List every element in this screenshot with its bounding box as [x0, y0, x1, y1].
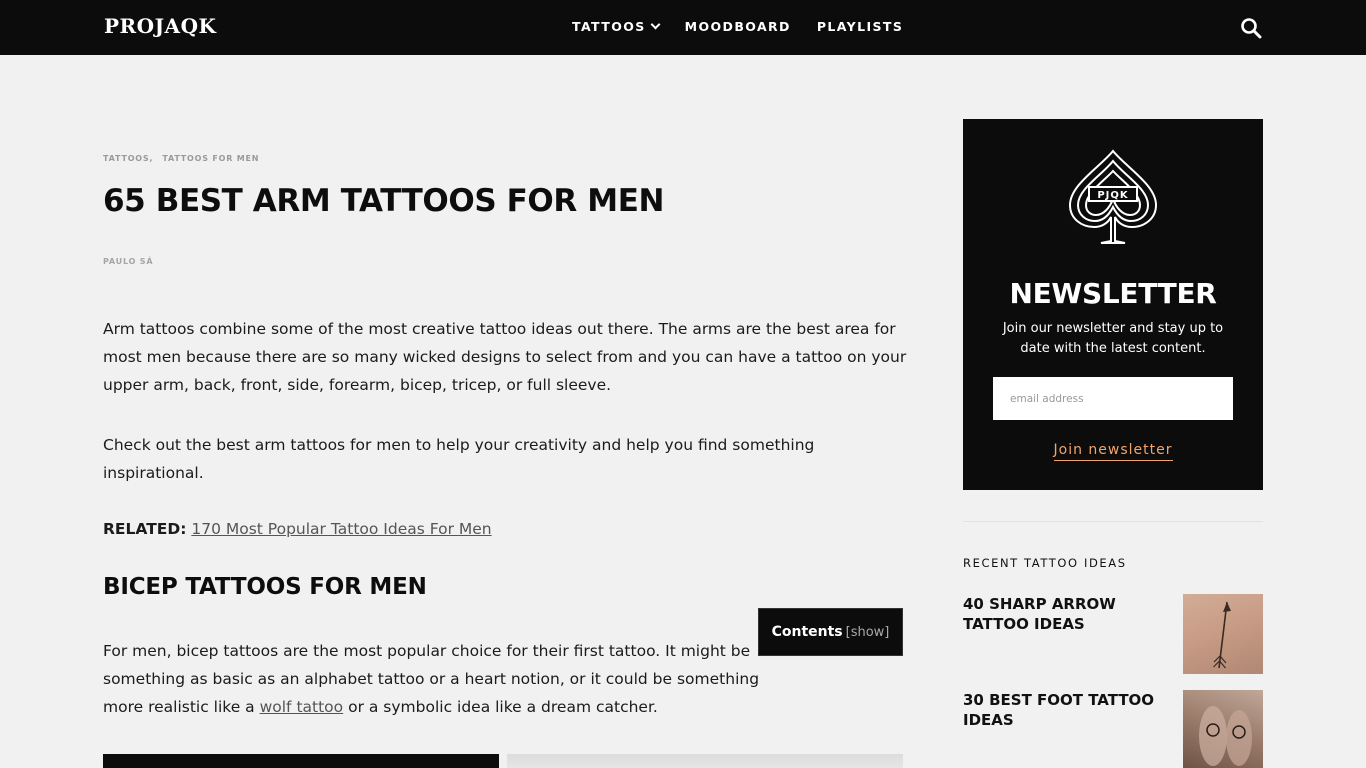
page-title: 65 BEST ARM TATTOOS FOR MEN: [103, 183, 665, 219]
search-icon[interactable]: [1240, 17, 1264, 39]
nav-item-playlists[interactable]: PLAYLISTS: [817, 19, 903, 34]
breadcrumb-tattoos-for-men[interactable]: TATTOOS FOR MEN: [162, 154, 259, 163]
related-link[interactable]: 170 Most Popular Tattoo Ideas For Men: [191, 520, 491, 538]
svg-text:PJQK: PJQK: [1097, 190, 1129, 201]
wolf-tattoo-link[interactable]: wolf tattoo: [260, 698, 344, 716]
top-nav-bar: PROJAQK TATTOOS MOODBOARD PLAYLISTS: [0, 0, 1366, 55]
email-field[interactable]: [993, 377, 1233, 420]
nav-item-label: MOODBOARD: [684, 19, 791, 34]
related-label: RELATED:: [103, 520, 187, 538]
nav-item-moodboard[interactable]: MOODBOARD: [685, 19, 791, 34]
bicep-paragraph: For men, bicep tattoos are the most popu…: [103, 637, 803, 721]
second-paragraph: Check out the best arm tattoos for men t…: [103, 436, 815, 482]
recent-item-thumbnail[interactable]: [1183, 690, 1263, 768]
recent-item-title[interactable]: 40 SHARP ARROW TATTOO IDEAS: [963, 594, 1163, 634]
tattoo-image-left[interactable]: [103, 754, 499, 768]
recent-item-title[interactable]: 30 BEST FOOT TATTOO IDEAS: [963, 690, 1163, 730]
section-heading: BICEP TATTOOS FOR MEN: [103, 574, 427, 600]
pjqk-spade-logo-icon: PJQK: [1068, 149, 1158, 244]
tattoo-image-right[interactable]: [507, 754, 903, 768]
newsletter-description: Join our newsletter and stay up to date …: [1002, 321, 1224, 356]
newsletter-widget: PJQK NEWSLETTER Join our newsletter and …: [963, 119, 1263, 490]
intro-paragraph: Arm tattoos combine some of the most cre…: [103, 320, 907, 394]
bicep-paragraph-text-end: or a symbolic idea like a dream catcher.: [343, 698, 658, 716]
nav-item-label: PLAYLISTS: [816, 19, 904, 34]
recent-item-thumbnail[interactable]: [1183, 594, 1263, 674]
toc-toggle[interactable]: [show]: [846, 625, 890, 640]
newsletter-title: NEWSLETTER: [1009, 277, 1217, 310]
chevron-down-icon: [650, 19, 661, 30]
recent-ideas-heading: RECENT TATTOO IDEAS: [963, 556, 1127, 570]
site-logo[interactable]: PROJAQK: [104, 14, 216, 38]
join-newsletter-button[interactable]: Join newsletter: [1053, 442, 1173, 461]
nav-item-label: TATTOOS: [572, 19, 646, 34]
nav-item-tattoos[interactable]: TATTOOS: [572, 19, 661, 34]
main-nav: TATTOOS MOODBOARD PLAYLISTS: [572, 19, 903, 34]
breadcrumb-tattoos[interactable]: TATTOOS,: [103, 154, 153, 163]
author-name[interactable]: PAULO SÁ: [103, 257, 153, 266]
breadcrumb: TATTOOS, TATTOOS FOR MEN: [103, 154, 259, 163]
related-line: RELATED: 170 Most Popular Tattoo Ideas F…: [103, 515, 492, 543]
sidebar-divider: [963, 521, 1263, 522]
join-newsletter-wrapper: Join newsletter: [963, 439, 1263, 461]
